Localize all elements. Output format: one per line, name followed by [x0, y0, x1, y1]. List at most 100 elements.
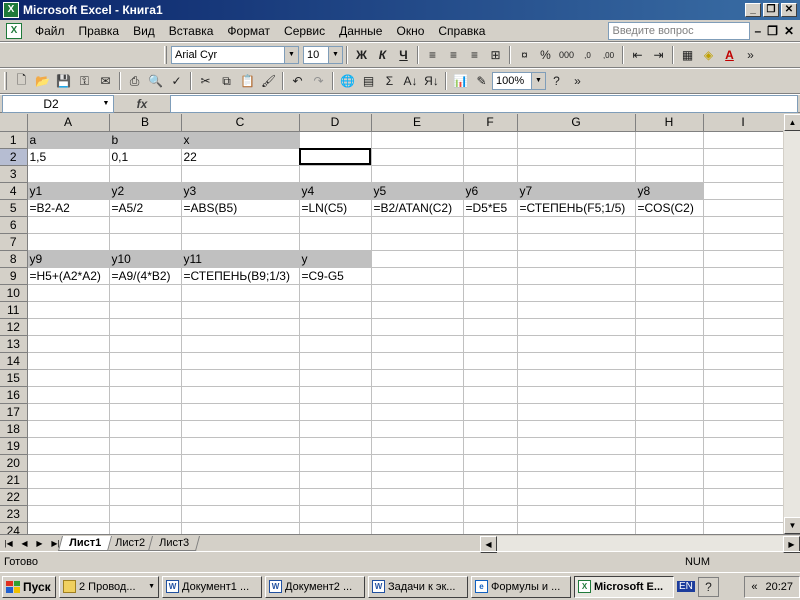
sheet-tab-1[interactable]: Лист1 — [57, 535, 113, 551]
cell-G17[interactable] — [517, 403, 636, 421]
cell-G4[interactable]: y7 — [517, 182, 636, 200]
cell-A24[interactable] — [27, 522, 110, 534]
chevron-down-icon[interactable]: ▼ — [284, 47, 298, 63]
row-header[interactable]: 9 — [0, 267, 28, 285]
horizontal-scrollbar[interactable]: ◀ ▶ — [480, 535, 800, 553]
cell-H12[interactable] — [635, 318, 704, 336]
column-header[interactable]: F — [463, 114, 518, 132]
cell-F1[interactable] — [463, 131, 518, 149]
cell-D13[interactable] — [299, 335, 372, 353]
cell-H7[interactable] — [635, 233, 704, 251]
cell-G14[interactable] — [517, 352, 636, 370]
cell-H13[interactable] — [635, 335, 704, 353]
cell-E8[interactable] — [371, 250, 464, 268]
cell-G15[interactable] — [517, 369, 636, 387]
cell-D8[interactable]: y — [299, 250, 372, 268]
research-icon[interactable]: ▤ — [358, 71, 379, 91]
cell-C17[interactable] — [181, 403, 300, 421]
cell-G16[interactable] — [517, 386, 636, 404]
cell-B15[interactable] — [109, 369, 182, 387]
cell-B5[interactable]: =A5/2 — [109, 199, 182, 217]
menu-edit[interactable]: Правка — [72, 24, 127, 38]
cell-I6[interactable] — [703, 216, 784, 234]
cell-G20[interactable] — [517, 454, 636, 472]
cell-F13[interactable] — [463, 335, 518, 353]
cell-F7[interactable] — [463, 233, 518, 251]
doc-close-button[interactable]: ✕ — [784, 24, 794, 38]
chevron-down-icon[interactable]: ▼ — [328, 47, 342, 63]
task-tasks-doc[interactable]: W Задачи к эк... — [368, 575, 468, 598]
column-header[interactable]: I — [703, 114, 784, 132]
undo-icon[interactable]: ↶ — [287, 71, 308, 91]
cell-G7[interactable] — [517, 233, 636, 251]
cell-C18[interactable] — [181, 420, 300, 438]
decrease-indent-icon[interactable]: ⇤ — [627, 45, 648, 65]
paste-icon[interactable]: 📋 — [237, 71, 258, 91]
cell-F17[interactable] — [463, 403, 518, 421]
drawing-icon[interactable]: ✎ — [471, 71, 492, 91]
cell-F15[interactable] — [463, 369, 518, 387]
cell-F18[interactable] — [463, 420, 518, 438]
doc-restore-button[interactable]: ❐ — [767, 24, 778, 38]
cell-E3[interactable] — [371, 165, 464, 183]
cell-F16[interactable] — [463, 386, 518, 404]
print-icon[interactable]: ⎙ — [124, 71, 145, 91]
cell-G8[interactable] — [517, 250, 636, 268]
cell-C1[interactable]: x — [181, 131, 300, 149]
cell-G11[interactable] — [517, 301, 636, 319]
cell-C24[interactable] — [181, 522, 300, 534]
cell-E16[interactable] — [371, 386, 464, 404]
cell-I3[interactable] — [703, 165, 784, 183]
cell-E23[interactable] — [371, 505, 464, 523]
cell-A16[interactable] — [27, 386, 110, 404]
cell-C5[interactable]: =ABS(B5) — [181, 199, 300, 217]
cell-H15[interactable] — [635, 369, 704, 387]
decrease-decimal-icon[interactable]: ,00 — [598, 45, 619, 65]
print-preview-icon[interactable]: 🔍 — [145, 71, 166, 91]
cell-I16[interactable] — [703, 386, 784, 404]
cell-G18[interactable] — [517, 420, 636, 438]
row-header[interactable]: 11 — [0, 301, 28, 319]
merge-center-icon[interactable]: ⊞ — [485, 45, 506, 65]
toolbar-grip[interactable] — [164, 46, 167, 64]
thousands-icon[interactable]: 000 — [556, 45, 577, 65]
vertical-scrollbar[interactable]: ▲ ▼ — [783, 114, 800, 534]
cell-E4[interactable]: y5 — [371, 182, 464, 200]
cell-D24[interactable] — [299, 522, 372, 534]
cell-I22[interactable] — [703, 488, 784, 506]
cell-I12[interactable] — [703, 318, 784, 336]
row-header[interactable]: 1 — [0, 131, 28, 149]
cell-C16[interactable] — [181, 386, 300, 404]
cell-D4[interactable]: y4 — [299, 182, 372, 200]
cell-I21[interactable] — [703, 471, 784, 489]
cell-B6[interactable] — [109, 216, 182, 234]
cell-D1[interactable] — [299, 131, 372, 149]
cell-B3[interactable] — [109, 165, 182, 183]
scroll-right-icon[interactable]: ▶ — [783, 535, 800, 553]
first-sheet-icon[interactable]: |◀ — [4, 539, 12, 548]
cell-C19[interactable] — [181, 437, 300, 455]
toolbar-options-icon[interactable]: » — [567, 71, 588, 91]
cell-B13[interactable] — [109, 335, 182, 353]
row-header[interactable]: 7 — [0, 233, 28, 251]
cell-C20[interactable] — [181, 454, 300, 472]
cell-D15[interactable] — [299, 369, 372, 387]
cell-H3[interactable] — [635, 165, 704, 183]
task-excel[interactable]: X Microsoft E... — [574, 575, 674, 598]
cell-B2[interactable]: 0,1 — [109, 148, 182, 166]
cell-G23[interactable] — [517, 505, 636, 523]
cell-B4[interactable]: y2 — [109, 182, 182, 200]
cell-D12[interactable] — [299, 318, 372, 336]
format-painter-icon[interactable]: 🖌 — [258, 71, 279, 91]
chevron-down-icon[interactable]: ▼ — [99, 100, 113, 107]
cell-I17[interactable] — [703, 403, 784, 421]
cell-A2[interactable]: 1,5 — [27, 148, 110, 166]
column-header[interactable]: H — [635, 114, 704, 132]
cell-H5[interactable]: =COS(C2) — [635, 199, 704, 217]
excel-app-icon[interactable]: X — [3, 2, 19, 18]
cell-G24[interactable] — [517, 522, 636, 534]
cell-D10[interactable] — [299, 284, 372, 302]
help-search-input[interactable]: Введите вопрос — [608, 21, 751, 40]
task-formulas-browser[interactable]: e Формулы и ... — [471, 575, 571, 598]
cell-B21[interactable] — [109, 471, 182, 489]
